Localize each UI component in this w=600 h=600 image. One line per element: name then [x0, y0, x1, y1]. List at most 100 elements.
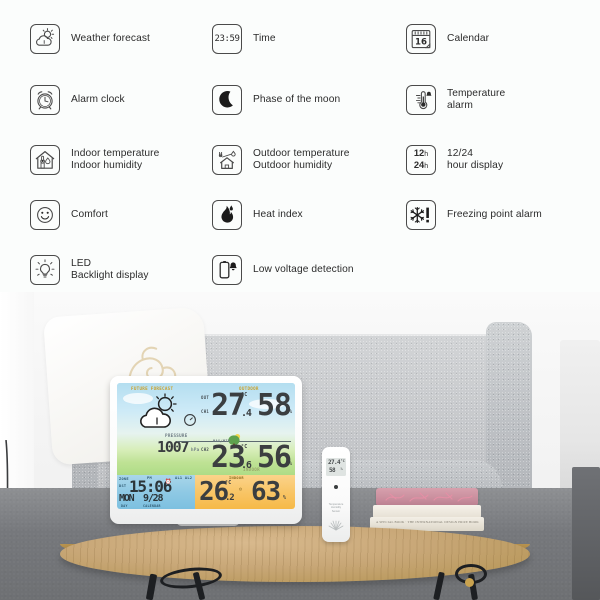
feature-label: Time [253, 32, 276, 44]
hour-format-icon: 12h 24h [406, 145, 436, 175]
feature-item-empty [406, 241, 600, 299]
weather-forecast-icon [30, 24, 60, 54]
sensor-caption: Temperature Humidity Sensor [328, 503, 344, 513]
freezing-point-alarm-icon [406, 200, 436, 230]
lcd-zone-label: ZONE [119, 477, 129, 481]
sensor-humidity-unit: % [340, 467, 343, 471]
lcd-clock-panel: ZONE DST PM 15:06 ⏰ AL1 AL2 MON DAY 9/28… [117, 475, 195, 509]
lcd-outdoor-temp: 27 [211, 388, 246, 423]
sensor-lcd: 27.4 °C 58 % [326, 458, 346, 476]
feature-label: Calendar [447, 32, 490, 44]
lcd-dst-label: DST [119, 484, 127, 488]
feature-grid: Weather forecast 23:59 Time 16 Calendar … [0, 0, 600, 292]
sensor-led-indicator [334, 485, 338, 489]
hour-format-24-unit: h [424, 163, 429, 170]
lcd-out-label: OUT [201, 395, 210, 400]
lcd-indoor-humidity: 63 [251, 477, 281, 507]
feature-row: Comfort Heat index Freezing point alarm [0, 186, 600, 244]
lcd-label-forecast: FUTURE FORECAST [131, 386, 174, 391]
indoor-house-icon [30, 145, 60, 175]
feature-label: Weather forecast [71, 32, 150, 44]
feature-label: Comfort [71, 208, 108, 220]
feature-label: Freezing point alarm [447, 208, 542, 220]
feature-item-outdoor-temp-hum: Outdoor temperature Outdoor humidity [206, 131, 406, 189]
lcd-day-label: DAY [121, 504, 128, 508]
feature-item-temperature-alarm: Temperature alarm [406, 71, 600, 129]
comfort-smiley-icon [30, 200, 60, 230]
sensor-humidity-value: 58 [329, 467, 336, 474]
living-room-product-photo: A SPECIAL BOOK · THE INTERNATIONAL DESIG… [0, 292, 600, 600]
feature-row: Indoor temperature Indoor humidity Outdo… [0, 131, 600, 189]
lcd-calendar-label: CALENDAR [143, 504, 161, 508]
hour-format-12: 12 [413, 146, 425, 158]
low-voltage-battery-icon [212, 255, 242, 285]
feature-label: Alarm clock [71, 93, 125, 105]
feature-row: LED Backlight display Low voltage detect… [0, 241, 600, 299]
feature-row: Alarm clock Phase of the moon Temperatur… [0, 71, 600, 129]
lcd-comfort-smiley-icon: ☺ [239, 487, 243, 493]
lcd-day-of-week: MON [119, 493, 135, 504]
feature-label: LED Backlight display [71, 257, 149, 281]
lcd-channel-temp-decimal: .6 [241, 460, 252, 471]
lcd-pressure-unit: hPa [191, 447, 200, 452]
lcd-channel-humidity: 56 [257, 440, 292, 475]
lcd-indoor-panel: INDOOR 26 .2 °C 63 % ☺ [195, 475, 295, 509]
feature-item-comfort: Comfort [0, 186, 206, 244]
page-root: Weather forecast 23:59 Time 16 Calendar … [0, 0, 600, 600]
alarm-clock-icon [30, 85, 60, 115]
feature-item-alarm-clock: Alarm clock [0, 71, 206, 129]
feature-label: Heat index [253, 208, 303, 220]
calendar-icon-day: 16 [415, 37, 427, 47]
moon-phase-icon [212, 85, 242, 115]
book-cover-pattern [380, 490, 474, 504]
lcd-outdoor-temp-decimal: .4 [241, 408, 252, 419]
book-spine-text: A SPECIAL BOOK · THE INTERNATIONAL DESIG… [376, 520, 480, 524]
hour-format-24: 24 [413, 159, 425, 170]
lcd-indoor-humidity-unit: % [283, 495, 287, 501]
lcd-alarm-labels: AL1 AL2 [175, 476, 193, 480]
lcd-outdoor-humidity-unit: % [289, 409, 293, 415]
feature-item-moon-phase: Phase of the moon [206, 71, 406, 129]
time-digital-icon: 23:59 [212, 24, 242, 54]
feature-label: Indoor temperature Indoor humidity [71, 147, 160, 171]
lcd-date-value: 9/28 [143, 493, 164, 504]
temperature-alarm-icon [406, 85, 436, 115]
table-brass-knob [465, 578, 474, 587]
lcd-outdoor-temp-unit: °C [241, 392, 248, 398]
hour-format-icon-text: 12h 24h [413, 146, 429, 173]
feature-label: Outdoor temperature Outdoor humidity [253, 147, 350, 171]
lcd-indoor-temp: 26 [199, 477, 229, 507]
right-dark-object [572, 467, 600, 600]
feature-item-low-voltage: Low voltage detection [206, 241, 406, 299]
feature-item-indoor-temp-hum: Indoor temperature Indoor humidity [0, 131, 206, 189]
remote-sensor-device: 27.4 °C 58 % Temperature Humidity Sensor [322, 447, 350, 542]
feature-row: Weather forecast 23:59 Time 16 Calendar [0, 10, 600, 68]
lcd-channel-temp: 23 [211, 440, 246, 475]
lcd-ch-label: CH1 [201, 409, 210, 414]
sensor-temp-unit: °C [340, 459, 345, 463]
feature-label: 12/24 hour display [447, 147, 504, 171]
weather-station-lcd-screen: FUTURE FORECAST OUTDOOR INDOOR PRESSURE … [117, 383, 295, 509]
feature-label: Phase of the moon [253, 93, 341, 105]
outdoor-house-icon [212, 145, 242, 175]
sensor-rf-wave-icon [328, 517, 344, 531]
lcd-channel-humidity-unit: % [289, 461, 293, 467]
lcd-channel-temp-unit: °C [241, 444, 248, 450]
lcd-ch2-label: CH2 [201, 447, 210, 452]
hour-format-12-unit: h [424, 150, 429, 158]
lcd-alarm-indicator: ⏰ [165, 479, 172, 485]
lcd-indoor-temp-decimal: .2 [225, 493, 235, 503]
weather-station-device: FUTURE FORECAST OUTDOOR INDOOR PRESSURE … [110, 376, 302, 524]
lcd-outdoor-humidity: 58 [257, 388, 292, 423]
feature-item-led-backlight: LED Backlight display [0, 241, 206, 299]
feature-label: Low voltage detection [253, 263, 354, 275]
feature-label: Temperature alarm [447, 87, 506, 111]
led-bulb-icon [30, 255, 60, 285]
lcd-indoor-temp-unit: °C [225, 480, 232, 486]
feature-item-heat-index: Heat index [206, 186, 406, 244]
heat-index-flame-icon [212, 200, 242, 230]
feature-item-hour-format: 12h 24h 12/24 hour display [406, 131, 600, 189]
feature-item-weather-forecast: Weather forecast [0, 10, 206, 68]
sensor-temp-value: 27.4 [328, 459, 341, 466]
feature-item-time: 23:59 Time [206, 10, 406, 68]
